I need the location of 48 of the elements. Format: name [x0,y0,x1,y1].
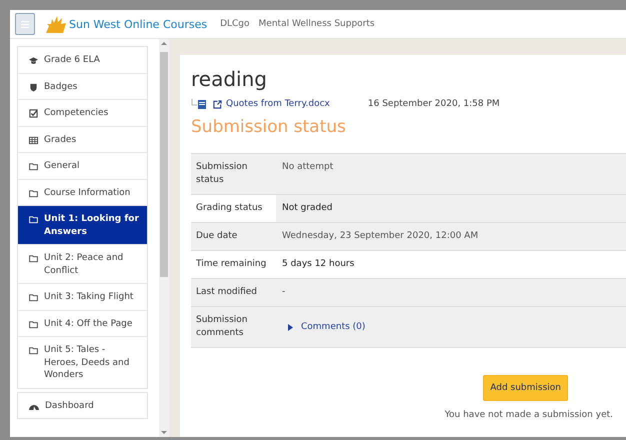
value-text: Not graded [282,202,333,215]
add-submission-button[interactable]: Add submission [483,375,568,401]
value-text: 5 days 12 hours [282,258,354,271]
word-file-icon [191,99,209,109]
row-label: Due date [191,223,276,250]
site-name-link[interactable]: Sun West Online Courses [69,18,208,30]
scrollbar[interactable] [159,39,169,437]
row-label: Submission comments [191,307,276,347]
sun-logo-icon [46,15,66,33]
file-date: 16 September 2020, 1:58 PM [368,99,500,109]
nav-item[interactable]: Badges [18,74,147,100]
caret-icon [288,324,293,331]
submission-note: You have not made a submission yet. [444,410,613,420]
nav-item[interactable]: Grade 6 ELA [18,47,147,74]
nav-item[interactable]: Unit 3: Taking Flight [18,284,147,310]
nav-item[interactable]: Grades [18,126,147,153]
folder-icon [29,188,38,198]
value-text: - [282,286,286,299]
folder-icon [29,215,38,224]
folder-icon [29,320,38,328]
comments-toggle[interactable]: Comments (0) [288,321,366,334]
nav-item[interactable]: Competencies [18,100,147,126]
shield-icon [29,82,38,92]
row-label: Submission status [191,154,276,194]
page-title: reading [191,67,268,91]
nav-item[interactable]: General [18,153,147,180]
menu-icon [21,20,29,28]
value-text: No attempt [282,161,334,174]
folder-icon [29,162,38,171]
folder-icon [29,293,38,302]
value-text: Wednesday, 23 September 2020, 12:00 AM [282,230,478,243]
nav-link[interactable]: Mental Wellness Supports [258,19,375,29]
nav-item[interactable]: Unit 4: Off the Page [18,310,147,337]
nav-item[interactable]: Unit 1: Looking for Answers [18,206,147,245]
graduation-cap-icon [29,56,38,65]
external-link-icon [213,100,222,108]
nav-item[interactable]: Unit 5: Tales - Heroes, Deeds and Wonders [18,337,147,388]
nav-item[interactable]: Unit 2: Peace and Conflict [18,245,147,284]
menu-button[interactable] [15,13,35,35]
row-label: Last modified [191,279,276,306]
table-icon [29,136,38,144]
folder-icon [29,346,38,355]
folder-icon [29,254,38,263]
file-link[interactable]: Quotes from Terry.docx [226,99,330,109]
section-heading: Submission status [191,116,347,138]
nav-link[interactable]: DLCgo [220,19,250,29]
checkbox-icon [29,109,38,118]
nav-item[interactable]: Dashboard [18,392,147,418]
